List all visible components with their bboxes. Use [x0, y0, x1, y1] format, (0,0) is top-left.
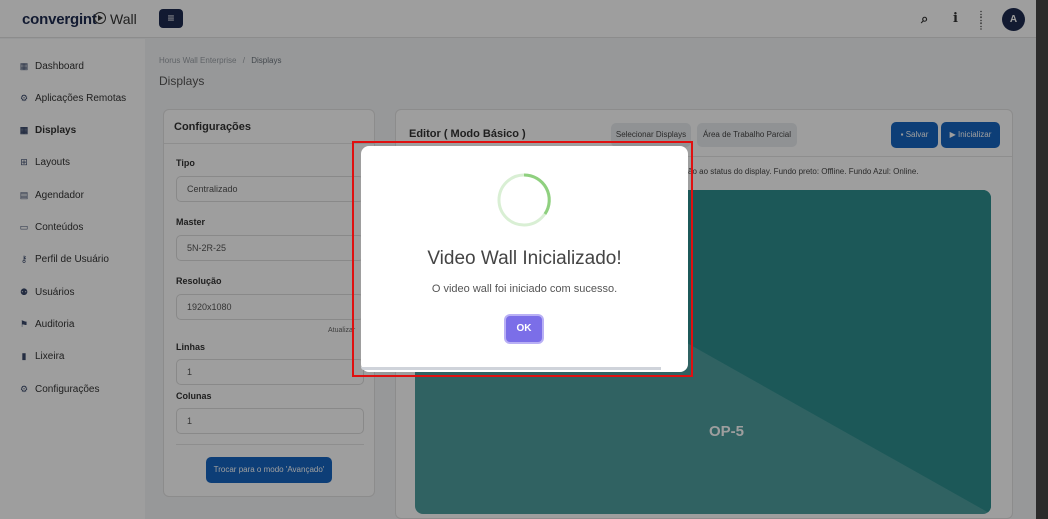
success-spinner-icon — [497, 173, 551, 227]
success-dialog: Video Wall Inicializado! O video wall fo… — [361, 146, 688, 372]
dialog-timer-bar — [361, 367, 661, 370]
dialog-message: O video wall foi iniciado com sucesso. — [431, 283, 618, 295]
window-scrollbar[interactable] — [1036, 0, 1048, 519]
ok-button[interactable]: OK — [504, 314, 544, 344]
dialog-title: Video Wall Inicializado! — [427, 248, 622, 269]
